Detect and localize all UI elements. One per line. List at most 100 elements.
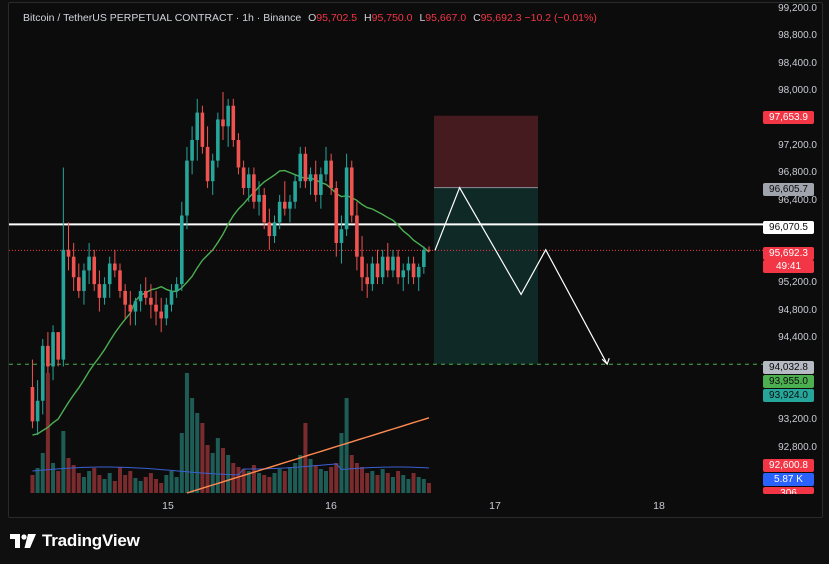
price-axis-label: 98,400.0	[778, 57, 817, 69]
candle-body	[102, 284, 107, 298]
volume-bar	[257, 473, 262, 493]
candle-body	[92, 256, 97, 285]
volume-bar	[318, 469, 323, 493]
candle-body	[128, 304, 133, 312]
candle-body	[46, 345, 50, 367]
volume-bar	[406, 479, 411, 493]
candle-body	[329, 160, 333, 189]
chart-canvas[interactable]	[9, 3, 822, 517]
volume-bar	[128, 471, 133, 493]
candle-body	[411, 263, 416, 278]
symbol-legend: Bitcoin / TetherUS PERPETUAL CONTRACT · …	[23, 12, 597, 24]
volume-bar	[133, 478, 138, 493]
candle-body	[303, 153, 308, 182]
volume-bar	[97, 475, 102, 493]
candle-body	[71, 256, 76, 278]
volume-bar	[303, 423, 308, 493]
tradingview-logo[interactable]: TradingView	[10, 530, 140, 552]
candle-body	[231, 105, 236, 141]
ma-tag-2: 93,924.0	[763, 389, 814, 402]
candle-body	[344, 167, 349, 230]
candle-body	[113, 263, 117, 271]
candle-body	[355, 215, 359, 257]
candle-body	[416, 266, 421, 278]
candle-body	[257, 194, 261, 202]
candle-body	[365, 277, 369, 285]
candle-body	[185, 160, 189, 216]
candle-body	[313, 174, 318, 195]
volume-bar	[380, 469, 385, 493]
partial-tag: 306	[763, 487, 814, 494]
volume-bar	[71, 465, 76, 493]
volume-bar	[365, 473, 370, 493]
volume-bar	[329, 467, 334, 493]
volume-bar	[308, 459, 313, 493]
candle-body	[324, 160, 328, 175]
volume-bar	[61, 431, 66, 493]
candle-body	[123, 290, 127, 305]
volume-bar	[102, 479, 107, 493]
chart-frame[interactable]: Bitcoin / TetherUS PERPETUAL CONTRACT · …	[8, 2, 823, 518]
candle-body	[267, 222, 272, 237]
volume-bar	[159, 483, 164, 493]
candle-body	[241, 167, 246, 189]
candle-body	[169, 290, 174, 305]
candle-body	[51, 332, 55, 367]
ma-tag-1: 93,955.0	[763, 375, 814, 388]
stop-loss-tag: 97,653.9	[763, 111, 814, 124]
symbol-title: Bitcoin / TetherUS PERPETUAL CONTRACT · …	[23, 12, 302, 24]
volume-bar	[179, 433, 184, 493]
candle-body	[61, 249, 66, 360]
candle-body	[401, 270, 406, 278]
volume-bar	[190, 398, 195, 493]
volume-bar	[324, 471, 328, 493]
brand-name: TradingView	[42, 531, 140, 550]
candle-body	[360, 256, 364, 278]
candle-body	[154, 304, 158, 312]
candle-body	[138, 290, 143, 302]
candle-body	[380, 256, 385, 278]
candle-body	[56, 332, 60, 360]
candle-body	[107, 263, 112, 285]
price-axis-label: 94,800.0	[778, 304, 817, 316]
volume-bar	[56, 471, 61, 493]
price-axis-label: 97,200.0	[778, 139, 817, 151]
price-axis-label: 95,200.0	[778, 277, 817, 289]
time-axis-label: 16	[325, 500, 337, 512]
price-axis-label: 96,400.0	[778, 194, 817, 206]
stop-loss-zone	[434, 115, 538, 188]
volume-bar	[107, 473, 112, 493]
candle-body	[272, 222, 277, 237]
volume-bar	[66, 458, 71, 493]
candle-body	[226, 105, 230, 127]
volume-bar	[92, 468, 97, 493]
position-tool[interactable]	[434, 115, 538, 365]
volume-bar	[35, 468, 40, 493]
close-key: C	[473, 12, 481, 24]
moving-average-line	[32, 169, 430, 436]
price-axis-label: 98,800.0	[778, 30, 817, 42]
volume-bar	[282, 471, 287, 493]
candle-body	[375, 263, 380, 278]
candle-body	[221, 119, 225, 127]
candle-body	[396, 256, 400, 278]
candle-body	[35, 400, 40, 422]
volume-bar	[81, 477, 86, 493]
candle-body	[174, 284, 179, 291]
tradingview-logo-icon	[10, 534, 36, 548]
time-axis-label: 17	[489, 500, 501, 512]
candle-body	[262, 194, 266, 223]
volume-bar	[51, 463, 56, 493]
candle-body	[406, 263, 411, 271]
high-key: H	[364, 12, 372, 24]
candle-body	[422, 249, 426, 267]
candle-body	[118, 270, 122, 291]
volume-bar	[87, 471, 92, 493]
volume-bar	[45, 373, 50, 493]
volume-bar	[174, 477, 179, 493]
candle-body	[97, 284, 102, 298]
volume-bar	[411, 473, 416, 493]
candle-body	[30, 387, 35, 422]
candle-body	[82, 270, 86, 291]
candles[interactable]	[30, 92, 431, 436]
